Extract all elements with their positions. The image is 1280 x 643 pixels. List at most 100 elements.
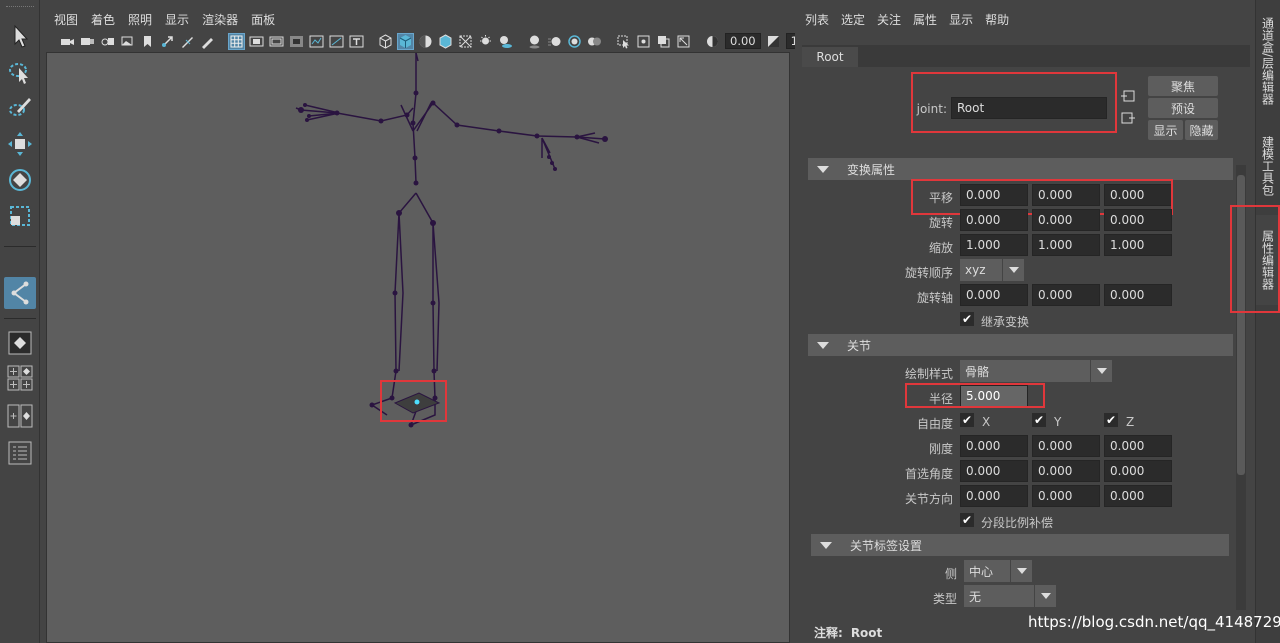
scale-z-field[interactable]: 1.000 — [1104, 234, 1172, 256]
camera-select-icon[interactable] — [60, 34, 75, 49]
preferred-angle-z-field[interactable]: 0.000 — [1104, 460, 1172, 482]
joint-orient-x-field[interactable]: 0.000 — [960, 485, 1028, 507]
four-view-layout-button[interactable] — [4, 362, 36, 394]
rotate-z-field[interactable]: 0.000 — [1104, 209, 1172, 231]
perspective-viewport[interactable] — [46, 52, 790, 643]
menu-shading[interactable]: 着色 — [91, 11, 115, 28]
single-perspective-layout-button[interactable] — [4, 327, 36, 359]
use-all-lights-icon[interactable] — [478, 34, 493, 49]
gamma-icon[interactable] — [766, 34, 781, 49]
stiffness-z-field[interactable]: 0.000 — [1104, 435, 1172, 457]
tab-channel-box-layer-editor[interactable]: 通道盒/层编辑器 — [1256, 6, 1280, 116]
anti-aliasing-icon[interactable] — [567, 34, 582, 49]
smooth-shade-icon[interactable] — [397, 32, 414, 50]
paint-select-tool-button[interactable] — [4, 92, 36, 124]
dof-z-checkbox[interactable]: ✔ — [1104, 413, 1118, 427]
hide-button[interactable]: 隐藏 — [1185, 120, 1218, 140]
frame-selection-icon[interactable] — [676, 34, 691, 49]
attribute-editor: 列表 选定 关注 属性 显示 帮助 Root joint: Root 聚焦 预设… — [795, 0, 1255, 643]
menu-lighting[interactable]: 照明 — [128, 11, 152, 28]
arrow-cursor-icon — [14, 24, 29, 48]
field-chart-icon[interactable] — [309, 34, 324, 49]
motion-blur-icon[interactable] — [547, 34, 562, 49]
output-connections-icon[interactable] — [1121, 112, 1135, 124]
presets-button[interactable]: 预设 — [1148, 98, 1218, 118]
menu-help[interactable]: 帮助 — [985, 11, 1009, 28]
stiffness-x-field[interactable]: 0.000 — [960, 435, 1028, 457]
select-tool-button[interactable] — [4, 20, 36, 52]
joint-orient-z-field[interactable]: 0.000 — [1104, 485, 1172, 507]
rotate-y-field[interactable]: 0.000 — [1032, 209, 1100, 231]
show-button[interactable]: 显示 — [1148, 120, 1183, 140]
type-dropdown[interactable]: 无 — [964, 585, 1056, 607]
rotate-axis-y-field[interactable]: 0.000 — [1032, 284, 1100, 306]
2d-pan-zoom-icon[interactable] — [160, 34, 175, 49]
scale-y-field[interactable]: 1.000 — [1032, 234, 1100, 256]
exposure-field[interactable]: 0.00 — [725, 33, 761, 49]
menu-view[interactable]: 视图 — [54, 11, 78, 28]
camera-bookmark-icon[interactable] — [100, 34, 115, 49]
tab-root[interactable]: Root — [802, 47, 858, 67]
draw-style-dropdown[interactable]: 骨骼 — [960, 360, 1112, 382]
menu-panels[interactable]: 面板 — [251, 11, 275, 28]
outliner-layout-button[interactable] — [4, 437, 36, 469]
focus-button[interactable]: 聚焦 — [1148, 76, 1218, 96]
camera-attributes-icon[interactable] — [80, 34, 95, 49]
preferred-angle-y-field[interactable]: 0.000 — [1032, 460, 1100, 482]
scale-x-field[interactable]: 1.000 — [960, 234, 1028, 256]
menu-selected[interactable]: 选定 — [841, 11, 865, 28]
joint-orient-y-field[interactable]: 0.000 — [1032, 485, 1100, 507]
safe-action-icon[interactable] — [329, 34, 344, 49]
joint-section-header[interactable]: 关节 — [808, 334, 1233, 356]
menu-attributes[interactable]: 属性 — [913, 11, 937, 28]
rotate-axis-x-field[interactable]: 0.000 — [960, 284, 1028, 306]
rotate-axis-z-field[interactable]: 0.000 — [1104, 284, 1172, 306]
xray-active-icon[interactable] — [656, 34, 671, 49]
inherits-transform-checkbox[interactable]: ✔ — [960, 312, 974, 326]
default-material-icon[interactable] — [418, 34, 433, 49]
dof-y-checkbox[interactable]: ✔ — [1032, 413, 1046, 427]
move-tool-button[interactable] — [4, 128, 36, 160]
xray-joints-icon[interactable] — [636, 34, 651, 49]
menu-show[interactable]: 显示 — [949, 11, 973, 28]
rotate-label: 旋转 — [928, 216, 953, 230]
side-dropdown[interactable]: 中心 — [964, 560, 1032, 582]
menu-list[interactable]: 列表 — [805, 11, 829, 28]
film-gate-icon[interactable] — [249, 34, 264, 49]
lasso-tool-button[interactable] — [4, 56, 36, 88]
rotate-x-field[interactable]: 0.000 — [960, 209, 1028, 231]
side-by-side-layout-button[interactable] — [4, 400, 36, 432]
scale-tool-button[interactable] — [4, 200, 36, 232]
rotate-order-dropdown[interactable]: xyz — [960, 259, 1024, 281]
menu-show[interactable]: 显示 — [165, 11, 189, 28]
joint-labelling-header[interactable]: 关节标签设置 — [811, 534, 1229, 556]
resolution-gate-icon[interactable] — [269, 34, 284, 49]
tab-modeling-toolkit[interactable]: 建模工具包 — [1256, 126, 1280, 206]
segment-scale-compensate-checkbox[interactable]: ✔ — [960, 513, 974, 527]
wireframe-on-shaded-icon[interactable] — [438, 33, 453, 49]
menu-focus[interactable]: 关注 — [877, 11, 901, 28]
exposure-icon[interactable] — [705, 34, 720, 49]
safe-title-icon[interactable] — [349, 34, 364, 49]
menu-renderer[interactable]: 渲染器 — [202, 11, 238, 28]
gate-mask-icon[interactable] — [289, 34, 304, 49]
shadows-icon[interactable] — [498, 34, 513, 49]
xray-icon[interactable] — [458, 34, 473, 49]
pencil-icon[interactable] — [200, 34, 215, 49]
depth-of-field-icon[interactable] — [587, 34, 602, 49]
transform-attributes-header[interactable]: 变换属性 — [808, 158, 1233, 180]
screen-space-ao-icon[interactable] — [527, 34, 542, 49]
wireframe-icon[interactable] — [378, 33, 393, 49]
preferred-angle-x-field[interactable]: 0.000 — [960, 460, 1028, 482]
grid-icon[interactable] — [228, 32, 245, 50]
image-plane-icon[interactable] — [120, 34, 135, 49]
toolbox — [0, 0, 40, 643]
dof-x-checkbox[interactable]: ✔ — [960, 413, 974, 427]
grease-pencil-icon[interactable] — [180, 34, 195, 49]
input-connections-icon[interactable] — [1121, 90, 1135, 102]
stiffness-y-field[interactable]: 0.000 — [1032, 435, 1100, 457]
bookmark-icon[interactable] — [140, 34, 155, 49]
isolate-select-icon[interactable] — [616, 34, 631, 49]
joint-tool-button[interactable] — [4, 277, 36, 309]
rotate-tool-button[interactable] — [4, 164, 36, 196]
